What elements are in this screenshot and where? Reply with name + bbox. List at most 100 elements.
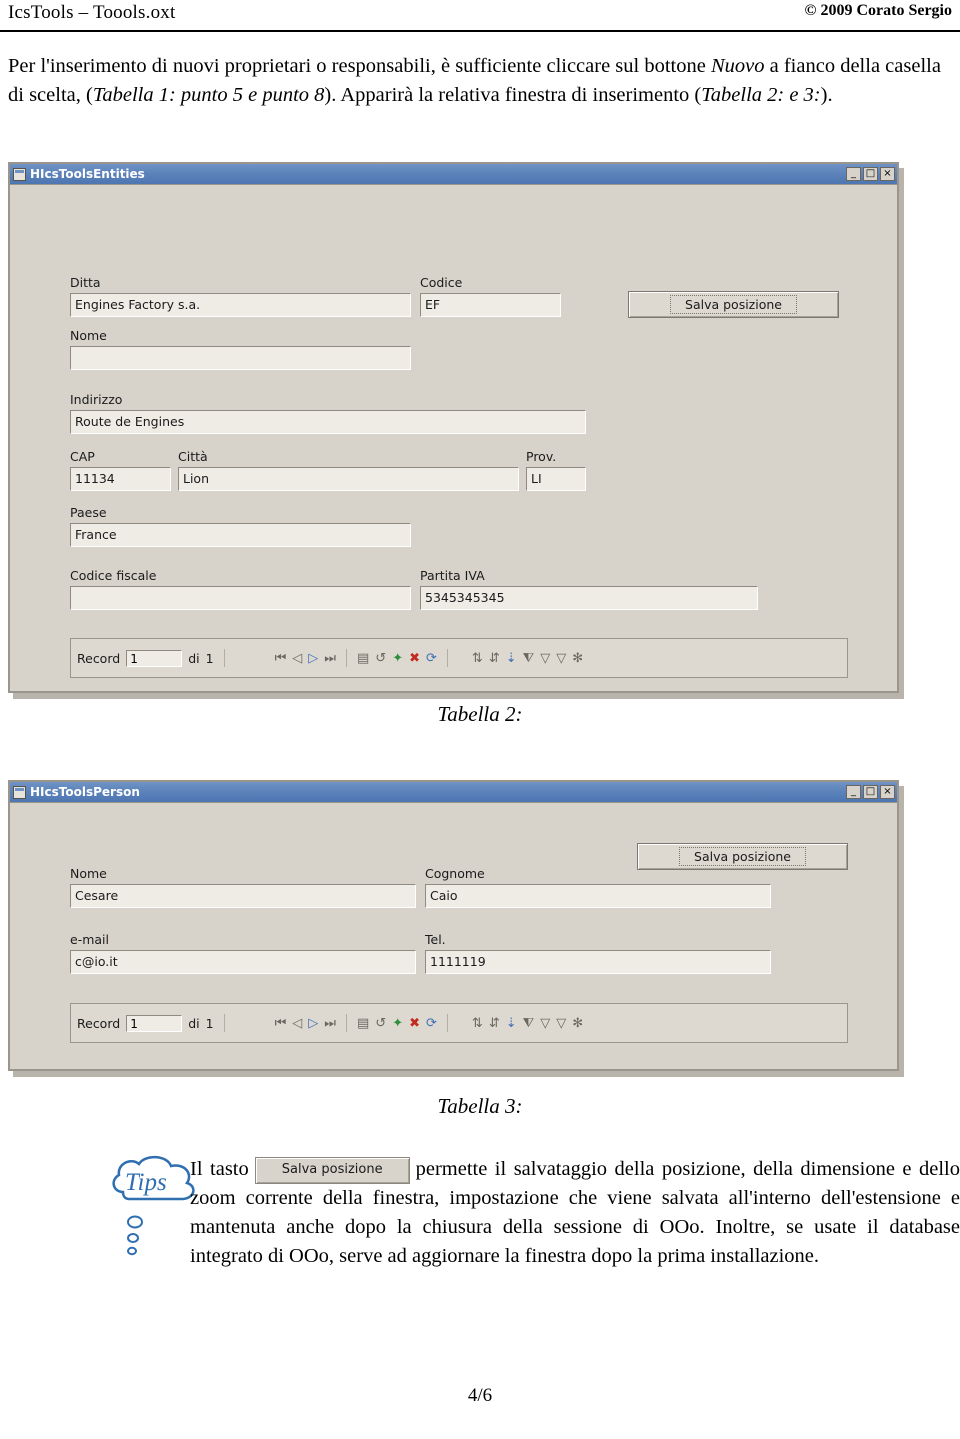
input-ditta[interactable]: Engines Factory s.a.	[70, 293, 411, 317]
label-tel: Tel.	[425, 932, 446, 947]
autofilter-icon[interactable]: ⧨	[523, 652, 535, 665]
tips-text-prefix: Il tasto	[190, 1158, 249, 1180]
window-person: HIcsToolsPerson _ □ × Salva posizione No…	[8, 780, 899, 1071]
nav-separator-2	[345, 649, 347, 667]
intro-line1b: a	[764, 55, 779, 77]
record-total: 1	[205, 650, 214, 666]
label-ditta: Ditta	[70, 275, 101, 290]
record-navigation-bar[interactable]: Record 1 di 1 ⏮ ◁ ▷ ⏭ ▤ ↺ ✦ ✖ ⟳ ⇅ ⇵ ⇣ ⧨ …	[70, 638, 848, 678]
nav-separator-3	[446, 649, 448, 667]
intro-line2-italic: Tabella 1: punto 5 e punto 8	[92, 84, 325, 107]
document-header: IcsTools – Toools.oxt © 2009 Corato Serg…	[0, 0, 960, 30]
intro-line1a: Per l'inserimento di nuovi proprietari o…	[8, 55, 711, 77]
save-record-icon[interactable]: ▤	[357, 652, 369, 665]
intro-paragraph: Per l'inserimento di nuovi proprietari o…	[8, 52, 952, 110]
sort-descending-icon[interactable]: ⇵	[489, 1017, 500, 1030]
delete-record-icon[interactable]: ✖	[409, 1017, 420, 1030]
next-record-icon[interactable]: ▷	[308, 1017, 318, 1030]
record-number-input[interactable]: 1	[126, 649, 183, 667]
intro-line3-italic: Tabella 2: e 3:	[701, 84, 821, 107]
caption-tabella-3: Tabella 3:	[437, 1094, 523, 1118]
autofilter-icon[interactable]: ⧨	[523, 1017, 535, 1030]
reset-filter-icon[interactable]: ✻	[572, 652, 583, 665]
sort-az-icon[interactable]: ⇣	[506, 1017, 517, 1030]
window2-titlebar[interactable]: HIcsToolsPerson _ □ ×	[10, 782, 897, 803]
first-record-icon[interactable]: ⏮	[275, 652, 287, 665]
input-partita-iva[interactable]: 5345345345	[420, 586, 758, 610]
input-codice[interactable]: EF	[420, 293, 561, 317]
input-email[interactable]: c@io.it	[70, 950, 416, 974]
record-label: Record	[77, 650, 121, 666]
record-number-input[interactable]: 1	[126, 1014, 183, 1032]
refresh-record-icon[interactable]: ⟳	[426, 652, 437, 665]
new-record-icon[interactable]: ✦	[392, 1017, 403, 1030]
document-page: IcsTools – Toools.oxt © 2009 Corato Serg…	[0, 0, 960, 1439]
save-record-icon[interactable]: ▤	[357, 1017, 369, 1030]
first-record-icon[interactable]: ⏮	[275, 1017, 287, 1030]
sort-az-icon[interactable]: ⇣	[506, 652, 517, 665]
sort-ascending-icon[interactable]: ⇅	[472, 652, 483, 665]
undo-record-icon[interactable]: ↺	[375, 652, 386, 665]
input-tel[interactable]: 1111119	[425, 950, 771, 974]
nav-separator-2	[345, 1014, 347, 1032]
minimize-button[interactable]: _	[846, 167, 861, 181]
header-copyright: © 2009 Corato Sergio	[804, 2, 952, 19]
intro-line3a: inserimento (	[592, 84, 702, 107]
label-partita-iva: Partita IVA	[420, 568, 485, 583]
input-codice-fiscale[interactable]	[70, 586, 411, 610]
nav-separator-3	[446, 1014, 448, 1032]
last-record-icon[interactable]: ⏭	[324, 1017, 336, 1030]
label-nome: Nome	[70, 866, 107, 881]
input-indirizzo[interactable]: Route de Engines	[70, 410, 586, 434]
input-cap[interactable]: 11134	[70, 467, 171, 491]
label-cognome: Cognome	[425, 866, 485, 881]
caption-tabella-2: Tabella 2:	[437, 702, 523, 726]
sort-ascending-icon[interactable]: ⇅	[472, 1017, 483, 1030]
new-record-icon[interactable]: ✦	[392, 652, 403, 665]
save-position-button[interactable]: Salva posizione	[628, 291, 839, 318]
minimize-button[interactable]: _	[846, 785, 861, 799]
previous-record-icon[interactable]: ◁	[292, 1017, 302, 1030]
window1-titlebar[interactable]: HIcsToolsEntities _ □ ×	[10, 164, 897, 185]
save-position-button[interactable]: Salva posizione	[637, 843, 848, 870]
record-of-label: di	[188, 1015, 200, 1031]
close-button[interactable]: ×	[880, 167, 895, 181]
header-left-text: IcsTools – Toools.oxt	[8, 2, 176, 23]
last-record-icon[interactable]: ⏭	[324, 652, 336, 665]
window-icon	[13, 167, 26, 181]
window2-title: HIcsToolsPerson	[30, 785, 140, 799]
remove-filter-icon[interactable]: ▽	[556, 1017, 566, 1030]
delete-record-icon[interactable]: ✖	[409, 652, 420, 665]
label-nome: Nome	[70, 328, 107, 343]
label-email: e-mail	[70, 932, 109, 947]
record-navigation-bar[interactable]: Record 1 di 1 ⏮ ◁ ▷ ⏭ ▤ ↺ ✦ ✖ ⟳ ⇅ ⇵ ⇣ ⧨ …	[70, 1003, 848, 1043]
remove-filter-icon[interactable]: ▽	[556, 652, 566, 665]
maximize-button[interactable]: □	[863, 785, 878, 799]
reset-filter-icon[interactable]: ✻	[572, 1017, 583, 1030]
previous-record-icon[interactable]: ◁	[292, 652, 302, 665]
input-nome[interactable]	[70, 346, 411, 370]
refresh-record-icon[interactable]: ⟳	[426, 1017, 437, 1030]
window-icon	[13, 785, 26, 799]
input-nome[interactable]: Cesare	[70, 884, 416, 908]
record-total: 1	[205, 1015, 214, 1031]
label-citta: Città	[178, 449, 208, 464]
salva-posizione-inline-button[interactable]: Salva posizione	[254, 1157, 410, 1184]
next-record-icon[interactable]: ▷	[308, 652, 318, 665]
close-button[interactable]: ×	[880, 785, 895, 799]
input-prov[interactable]: LI	[526, 467, 586, 491]
label-cap: CAP	[70, 449, 95, 464]
undo-record-icon[interactable]: ↺	[375, 1017, 386, 1030]
apply-filter-icon[interactable]: ▽	[540, 652, 550, 665]
sort-descending-icon[interactable]: ⇵	[489, 652, 500, 665]
header-divider	[0, 30, 960, 32]
maximize-button[interactable]: □	[863, 167, 878, 181]
input-citta[interactable]: Lion	[178, 467, 519, 491]
record-of-label: di	[188, 650, 200, 666]
label-indirizzo: Indirizzo	[70, 392, 123, 407]
intro-line3b: ).	[820, 84, 833, 107]
input-paese[interactable]: France	[70, 523, 411, 547]
input-cognome[interactable]: Caio	[425, 884, 771, 908]
label-prov: Prov.	[526, 449, 557, 464]
apply-filter-icon[interactable]: ▽	[540, 1017, 550, 1030]
